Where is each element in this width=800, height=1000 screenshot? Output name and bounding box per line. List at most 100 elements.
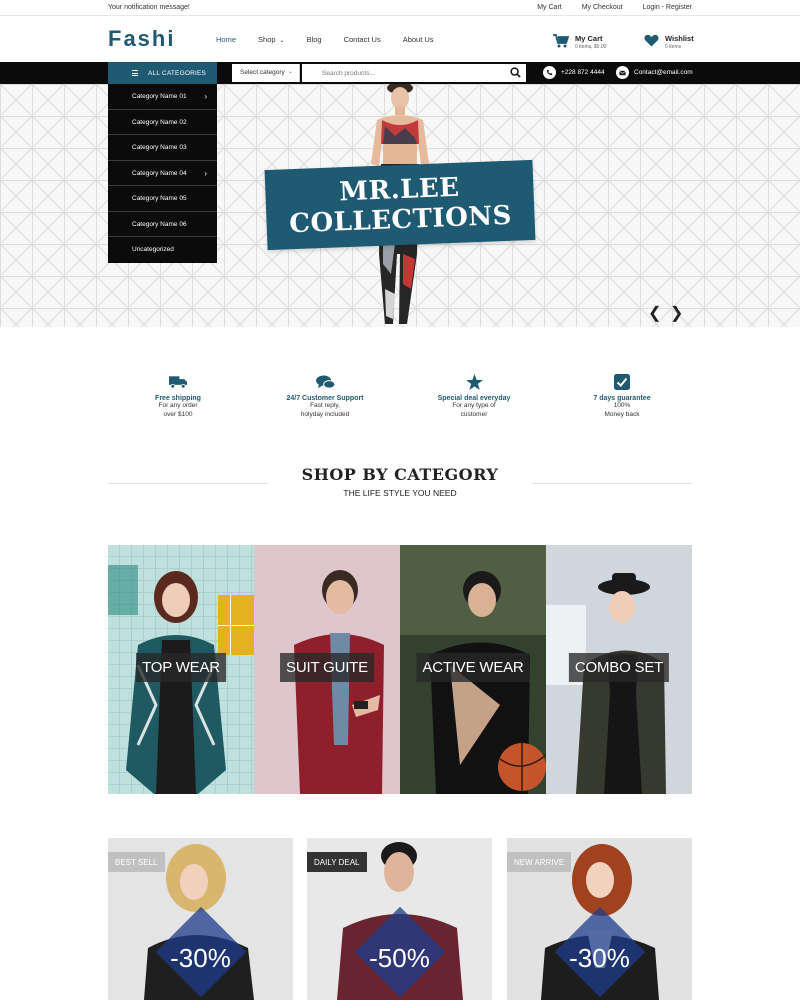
section-title: SHOP BY CATEGORY bbox=[301, 465, 499, 484]
category-item-label: Category Name 05 bbox=[132, 195, 187, 202]
chevron-left-icon[interactable]: ❮ bbox=[648, 303, 661, 323]
feature-support: 24/7 Customer Support Fast reply, holyda… bbox=[260, 373, 390, 419]
category-tile-top-wear[interactable]: TOP WEAR bbox=[108, 545, 254, 794]
category-item-label: Category Name 03 bbox=[132, 144, 187, 151]
main-nav: Home Shop ⌄ Blog Contact Us About Us bbox=[216, 35, 456, 44]
phone-number: +228 872 4444 bbox=[561, 69, 605, 76]
category-item[interactable]: Category Name 04 › bbox=[108, 161, 217, 186]
truck-icon bbox=[168, 376, 187, 389]
nav-shop-label: Shop bbox=[258, 35, 276, 44]
wishlist-summary: 0 items bbox=[665, 44, 682, 50]
deal-card-daily-deal[interactable]: DAILY DEAL -50% bbox=[307, 838, 492, 1000]
feature-special-deal: Special deal everyday For any type of cu… bbox=[409, 373, 539, 419]
feature-desc: For any type of bbox=[452, 402, 496, 409]
feature-title: Special deal everyday bbox=[437, 395, 511, 402]
deal-badge: DAILY DEAL bbox=[307, 852, 367, 872]
deal-percent: -30% bbox=[170, 943, 231, 973]
cart-title: My Cart bbox=[575, 34, 603, 43]
cart-summary: 0 items, $0.00 bbox=[575, 44, 607, 50]
chevron-right-icon[interactable]: ❯ bbox=[670, 303, 683, 323]
deal-badge: NEW ARRIVE bbox=[507, 852, 572, 872]
chat-bubbles-icon bbox=[315, 374, 335, 389]
my-checkout-link[interactable]: My Checkout bbox=[582, 4, 623, 11]
feature-desc: 100% bbox=[613, 402, 631, 409]
feature-free-shipping: Free shipping For any order over $100 bbox=[113, 373, 243, 419]
feature-desc: holyday included bbox=[300, 410, 350, 418]
category-item-label: Uncategorized bbox=[132, 246, 174, 253]
nav-contact[interactable]: Contact Us bbox=[344, 35, 381, 44]
feature-desc: Fast reply, bbox=[310, 402, 340, 409]
search-bar: ALL CATEGORIES Select category ⌄ +228 87… bbox=[0, 62, 800, 84]
envelope-icon bbox=[616, 66, 629, 79]
deal-badge: BEST SELL bbox=[108, 852, 165, 872]
category-item[interactable]: Category Name 01 › bbox=[108, 84, 217, 110]
category-tile-suit-guite[interactable]: SUIT GUITE bbox=[254, 545, 400, 794]
email-contact[interactable]: Contact@email.com bbox=[616, 66, 693, 79]
category-item[interactable]: Category Name 05 bbox=[108, 186, 217, 212]
nav-shop[interactable]: Shop ⌄ bbox=[258, 35, 285, 44]
all-categories-label: ALL CATEGORIES bbox=[148, 69, 207, 77]
top-bar: Your notification message! My Cart My Ch… bbox=[0, 0, 800, 16]
deal-card-new-arrive[interactable]: NEW ARRIVE -30% bbox=[507, 838, 692, 1000]
deal-percent: -50% bbox=[369, 943, 430, 973]
category-menu: Category Name 01 › Category Name 02 Categ… bbox=[108, 84, 217, 263]
phone-contact[interactable]: +228 872 4444 bbox=[543, 66, 605, 79]
header-cart[interactable]: My Cart 0 items, $0.00 bbox=[553, 34, 606, 50]
email-address: Contact@email.com bbox=[634, 69, 693, 76]
heart-icon bbox=[644, 34, 659, 47]
category-item-label: Category Name 01 bbox=[132, 93, 187, 100]
feature-desc: Money back bbox=[604, 410, 640, 418]
feature-title: Free shipping bbox=[155, 395, 201, 402]
hero-banner: MR.LEE COLLECTIONS bbox=[264, 159, 536, 251]
notification-message: Your notification message! bbox=[108, 4, 190, 11]
hamburger-icon bbox=[132, 70, 138, 78]
category-item[interactable]: Uncategorized bbox=[108, 237, 217, 263]
feature-desc: customer bbox=[460, 410, 488, 418]
header: Fashi Home Shop ⌄ Blog Contact Us About U… bbox=[0, 16, 800, 62]
hero-title-line1: MR.LEE bbox=[338, 172, 461, 208]
category-tile-combo-set[interactable]: COMBO SET bbox=[546, 545, 692, 794]
category-item[interactable]: Category Name 03 bbox=[108, 135, 217, 161]
chevron-right-icon: › bbox=[204, 92, 207, 101]
category-item-label: Category Name 02 bbox=[132, 118, 187, 126]
nav-home[interactable]: Home bbox=[216, 35, 236, 44]
feature-desc: For any order bbox=[158, 402, 198, 409]
search-icon[interactable] bbox=[510, 67, 521, 78]
all-categories-button[interactable]: ALL CATEGORIES bbox=[108, 62, 217, 84]
wishlist-title: Wishlist bbox=[665, 34, 694, 43]
tile-label: TOP WEAR bbox=[136, 653, 226, 682]
hero-slider[interactable]: Category Name 01 › Category Name 02 Categ… bbox=[0, 84, 800, 327]
nav-about[interactable]: About Us bbox=[403, 35, 434, 44]
deal-card-best-sell[interactable]: BEST SELL -30% bbox=[108, 838, 293, 1000]
chevron-down-icon: ⌄ bbox=[279, 38, 285, 44]
search-input[interactable] bbox=[302, 64, 526, 82]
category-select-value: Select category bbox=[240, 69, 285, 76]
tile-label: SUIT GUITE bbox=[280, 653, 374, 682]
nav-blog[interactable]: Blog bbox=[307, 35, 322, 44]
tile-label: COMBO SET bbox=[568, 653, 670, 682]
star-icon bbox=[465, 374, 483, 390]
phone-icon bbox=[543, 66, 556, 79]
category-item[interactable]: Category Name 02 bbox=[108, 110, 217, 135]
login-register-link[interactable]: Login - Register bbox=[643, 4, 692, 11]
category-tile-active-wear[interactable]: ACTIVE WEAR bbox=[400, 545, 546, 794]
site-logo[interactable]: Fashi bbox=[108, 26, 175, 52]
feature-title: 24/7 Customer Support bbox=[286, 395, 364, 402]
feature-guarantee: 7 days guarantee 100% Money back bbox=[557, 373, 687, 419]
checkbox-icon bbox=[614, 374, 630, 390]
top-links: My Cart My Checkout Login - Register bbox=[537, 4, 692, 11]
header-wishlist[interactable]: Wishlist 0 items bbox=[644, 34, 694, 50]
hero-title-line2: COLLECTIONS bbox=[288, 200, 513, 240]
category-item-label: Category Name 06 bbox=[132, 220, 187, 228]
tile-label: ACTIVE WEAR bbox=[416, 653, 530, 682]
category-select[interactable]: Select category ⌄ bbox=[232, 64, 300, 82]
category-item-label: Category Name 04 bbox=[132, 169, 187, 177]
feature-title: 7 days guarantee bbox=[593, 395, 651, 402]
chevron-right-icon: › bbox=[204, 168, 207, 178]
feature-desc: over $100 bbox=[163, 410, 193, 418]
category-item[interactable]: Category Name 06 bbox=[108, 212, 217, 237]
section-subtitle: THE LIFE STYLE YOU NEED bbox=[343, 488, 457, 498]
my-cart-link[interactable]: My Cart bbox=[537, 4, 562, 11]
deal-percent: -30% bbox=[569, 943, 630, 973]
chevron-down-icon: ⌄ bbox=[287, 69, 293, 75]
